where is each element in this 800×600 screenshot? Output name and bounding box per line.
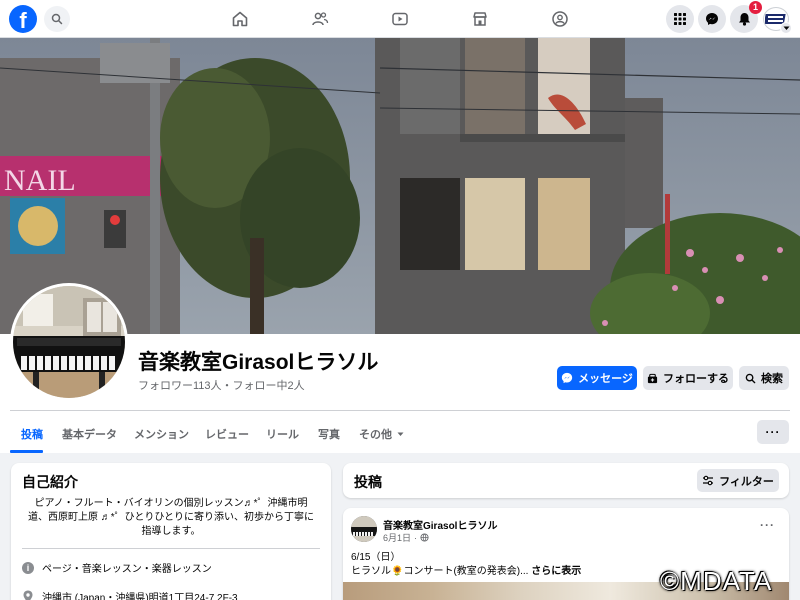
tab-about[interactable]: 基本データ [62, 415, 117, 453]
tab-photos[interactable]: 写真 [318, 415, 340, 453]
search-icon [51, 13, 63, 25]
header-divider [10, 410, 790, 411]
intro-category-row: i ページ・音楽レッスン・楽器レッスン [22, 560, 212, 575]
nav-friends[interactable] [310, 9, 330, 29]
tab-reels[interactable]: リール [266, 415, 299, 453]
posts-title: 投稿 [354, 474, 382, 490]
see-more-link[interactable]: さらに表示 [531, 566, 581, 577]
notifications-button[interactable]: 1 [730, 1, 762, 33]
intro-title: 自己紹介 [22, 474, 78, 490]
nav-video[interactable] [390, 9, 410, 29]
cover-photo[interactable]: NAIL [0, 38, 800, 334]
cover-photo-image: NAIL [0, 38, 800, 334]
intro-category: ページ・音楽レッスン・楽器レッスン [42, 564, 212, 575]
bell-icon [738, 13, 750, 26]
tab-mentions[interactable]: メンション [134, 415, 189, 453]
post-author-name[interactable]: 音楽教室Girasolヒラソル [383, 517, 497, 532]
nav-home[interactable] [230, 9, 250, 29]
info-icon: i [22, 561, 34, 574]
copyright-watermark: ©MDATA [660, 566, 773, 596]
home-icon [232, 11, 248, 27]
message-button[interactable]: メッセージ [557, 366, 637, 390]
grid-menu-icon [674, 13, 686, 25]
tab-posts[interactable]: 投稿 [21, 415, 43, 453]
video-icon [392, 12, 408, 26]
menu-button[interactable] [666, 5, 694, 33]
post-text-line-2: ヒラソル🌻コンサート(教室の発表会)... さらに表示 [351, 562, 581, 577]
svg-text:NAIL: NAIL [4, 164, 76, 197]
tab-reviews[interactable]: レビュー [205, 415, 249, 453]
post-meta: 6月1日 · [383, 531, 429, 544]
tab-label: 基本データ [62, 429, 117, 441]
messenger-icon [706, 13, 718, 25]
tab-label: 写真 [318, 429, 340, 441]
page-avatar-image [13, 286, 125, 398]
search-icon [745, 373, 756, 383]
page-more-options-button[interactable]: ··· [757, 420, 789, 444]
chevron-down-icon [783, 26, 789, 30]
facebook-logo[interactable]: f [9, 5, 37, 33]
messenger-icon [561, 372, 573, 384]
location-pin-icon [23, 590, 33, 600]
meta-separator: · [414, 532, 418, 543]
post-options-button[interactable]: ··· [760, 518, 775, 532]
intro-bio: ピアノ・フルート・バイオリンの個別レッスン♬*゜沖縄市明道、西原町上原 ♬*゜ひ… [27, 498, 315, 537]
page-search-button[interactable]: 検索 [739, 366, 789, 390]
tab-label: リール [266, 429, 299, 441]
follow-icon [647, 373, 658, 383]
tab-label: その他 [359, 429, 392, 441]
filter-button[interactable]: フィルター [697, 469, 779, 492]
message-button-label: メッセージ [578, 373, 633, 385]
page-avatar[interactable] [10, 283, 128, 401]
marketplace-icon [473, 12, 487, 26]
notification-count-badge: 1 [749, 1, 762, 14]
groups-icon [552, 11, 568, 27]
nav-marketplace[interactable] [470, 9, 490, 29]
account-menu-caret[interactable] [780, 22, 792, 34]
messenger-button[interactable] [698, 5, 726, 33]
post-text-line-1: 6/15（日） [351, 552, 401, 563]
filter-icon [703, 475, 714, 486]
page-followers-stats[interactable]: フォロワー113人・フォロー中2人 [138, 377, 305, 393]
tab-label: レビュー [205, 429, 249, 441]
intro-address[interactable]: 沖縄市 (Japan・沖縄県)明道1丁目24-7 2F-3 [42, 589, 238, 600]
posts-header-card: 投稿 フィルター [343, 463, 789, 498]
follow-button-label: フォローする [663, 373, 729, 385]
nav-groups[interactable] [550, 9, 570, 29]
post-author-avatar[interactable] [351, 516, 377, 542]
post-date[interactable]: 6月1日 [383, 531, 411, 544]
tab-more[interactable]: その他 [359, 415, 404, 453]
tab-label: 投稿 [21, 429, 43, 441]
filter-button-label: フィルター [719, 475, 774, 488]
page-title: 音楽教室Girasolヒラソル [138, 351, 379, 374]
page-search-button-label: 検索 [761, 373, 783, 385]
globe-icon [420, 533, 429, 542]
top-navigation-bar: f 1 [0, 0, 800, 38]
tab-label: メンション [134, 429, 189, 441]
active-tab-indicator [10, 450, 43, 453]
follow-button[interactable]: フォローする [643, 366, 733, 390]
post-text-excerpt: ヒラソル🌻コンサート(教室の発表会)... [351, 566, 529, 577]
caret-down-icon [397, 432, 404, 436]
intro-address-row: 沖縄市 (Japan・沖縄県)明道1丁目24-7 2F-3 [22, 589, 238, 600]
search-button[interactable] [44, 6, 70, 32]
friends-icon [312, 12, 329, 26]
intro-card: 自己紹介 ピアノ・フルート・バイオリンの個別レッスン♬*゜沖縄市明道、西原町上原… [11, 463, 331, 600]
intro-divider [22, 548, 320, 549]
